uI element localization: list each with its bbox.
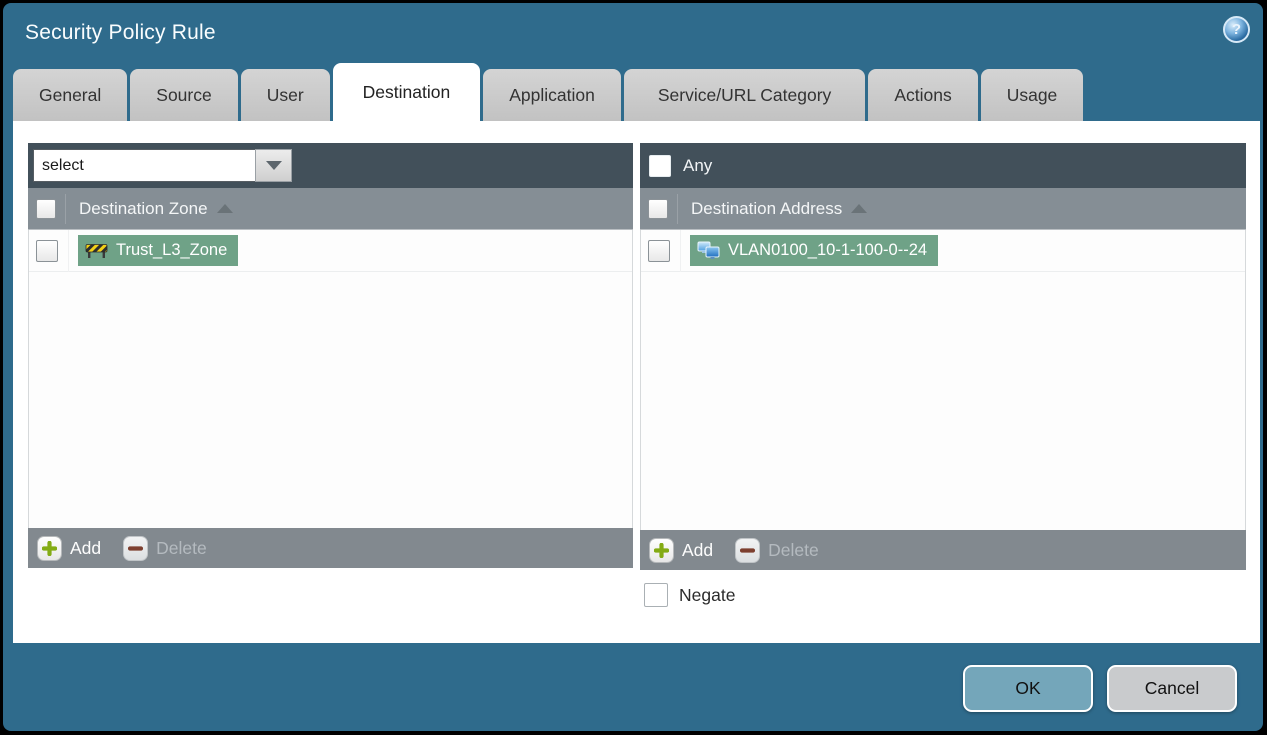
column-separator (680, 230, 681, 272)
help-icon[interactable]: ? (1223, 16, 1250, 43)
tab-general[interactable]: General (13, 69, 128, 121)
tab-source[interactable]: Source (130, 69, 238, 121)
address-delete-button[interactable]: Delete (735, 537, 819, 563)
address-column-header[interactable]: Destination Address (640, 188, 1246, 230)
address-chip[interactable]: VLAN0100_10-1-100-0--24 (690, 235, 939, 266)
zone-column-title: Destination Zone (79, 198, 208, 218)
plus-icon (649, 537, 674, 563)
any-checkbox[interactable] (649, 154, 671, 177)
zone-select-input[interactable] (33, 149, 255, 182)
zone-column-header[interactable]: Destination Zone (28, 188, 633, 230)
zone-row-checkbox[interactable] (36, 239, 58, 262)
address-panel-footer: Add Delete (640, 530, 1246, 570)
address-name: VLAN0100_10-1-100-0--24 (728, 241, 928, 259)
address-add-button[interactable]: Add (649, 537, 714, 563)
tab-application[interactable]: Application (483, 69, 621, 121)
address-list: VLAN0100_10-1-100-0--24 (640, 230, 1246, 530)
ok-button[interactable]: OK (963, 665, 1093, 712)
zone-name: Trust_L3_Zone (116, 241, 228, 259)
dialog-title: Security Policy Rule (25, 21, 216, 44)
column-separator (677, 193, 678, 224)
column-separator (65, 193, 66, 224)
zone-delete-button[interactable]: Delete (123, 535, 207, 561)
negate-group: Negate (644, 583, 735, 607)
address-row[interactable]: VLAN0100_10-1-100-0--24 (641, 230, 1245, 272)
any-group: Any (645, 154, 713, 177)
zone-add-label: Add (70, 537, 102, 558)
tab-usage[interactable]: Usage (980, 69, 1084, 121)
address-icon (697, 241, 720, 260)
destination-zone-panel: Destination Zone (28, 143, 633, 568)
column-separator (68, 230, 69, 272)
negate-checkbox[interactable] (644, 583, 668, 607)
title-bar: Security Policy Rule ? (3, 3, 1263, 66)
sort-asc-icon[interactable] (851, 204, 868, 213)
security-policy-rule-dialog: Security Policy Rule ? General Source Us… (3, 3, 1263, 731)
zone-add-button[interactable]: Add (37, 535, 102, 561)
zone-select-dropdown-button[interactable] (255, 149, 292, 182)
zone-select-combobox (33, 149, 292, 182)
zone-delete-label: Delete (156, 537, 207, 558)
zone-select-all-checkbox[interactable] (36, 198, 56, 219)
address-panel-toolbar: Any (640, 143, 1246, 188)
minus-icon (123, 535, 149, 561)
tab-service-url-category[interactable]: Service/URL Category (623, 69, 866, 121)
zone-panel-toolbar (28, 143, 633, 188)
zone-panel-footer: Add Delete (28, 528, 633, 568)
cancel-button[interactable]: Cancel (1107, 665, 1237, 712)
tab-actions[interactable]: Actions (868, 69, 978, 121)
negate-label: Negate (679, 584, 736, 605)
chevron-down-icon (265, 161, 282, 170)
address-add-label: Add (682, 539, 714, 560)
zone-chip[interactable]: Trust_L3_Zone (78, 235, 239, 266)
tab-user[interactable]: User (240, 69, 330, 121)
zone-row[interactable]: Trust_L3_Zone (29, 230, 632, 272)
destination-address-panel: Any Destination Address VLAN0100_10-1-10… (640, 143, 1246, 570)
minus-icon (735, 537, 761, 563)
zone-list: Trust_L3_Zone (28, 230, 633, 528)
address-select-all-checkbox[interactable] (648, 198, 668, 219)
tab-destination[interactable]: Destination (332, 63, 481, 121)
zone-icon (85, 242, 108, 259)
address-row-checkbox[interactable] (648, 239, 670, 262)
sort-asc-icon[interactable] (216, 204, 233, 213)
tab-content-destination: Destination Zone (13, 121, 1260, 643)
address-column-title: Destination Address (691, 198, 843, 218)
any-label: Any (683, 155, 713, 175)
plus-icon (37, 535, 62, 561)
tab-strip: General Source User Destination Applicat… (13, 63, 1084, 121)
address-delete-label: Delete (768, 539, 819, 560)
